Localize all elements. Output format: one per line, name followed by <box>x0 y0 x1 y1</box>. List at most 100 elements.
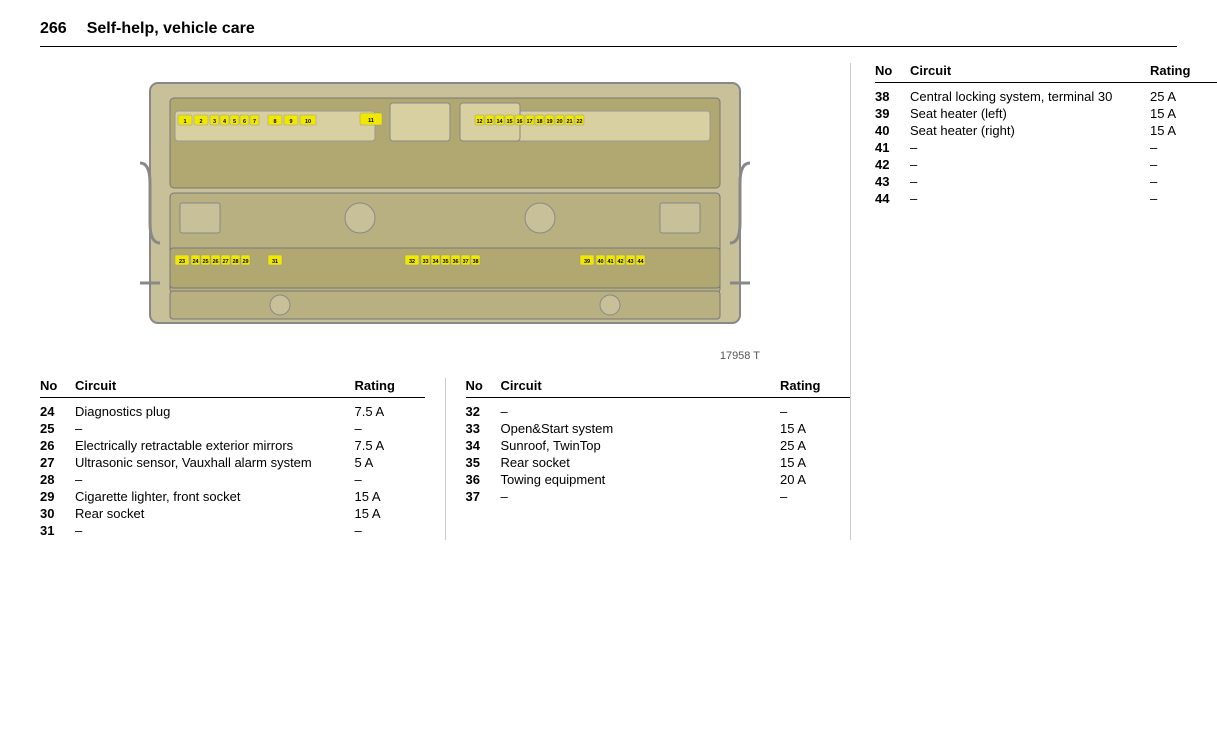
right-table-row: 44 – – <box>875 191 1217 206</box>
svg-text:9: 9 <box>289 119 292 125</box>
right-table-header: No Circuit Rating <box>875 63 1217 83</box>
table-row: 30 Rear socket 15 A <box>40 506 425 521</box>
right-table-row: 43 – – <box>875 174 1217 189</box>
svg-text:25: 25 <box>202 259 208 265</box>
col-rating-label-r: Rating <box>1150 63 1217 78</box>
right-table-row: 41 – – <box>875 140 1217 155</box>
row-rating: 15 A <box>355 489 425 504</box>
table-row: 27 Ultrasonic sensor, Vauxhall alarm sys… <box>40 455 425 470</box>
col-no-label-2: No <box>466 378 501 393</box>
row-no: 31 <box>40 523 75 538</box>
image-caption: 17958 T <box>120 350 770 362</box>
row-circuit: Rear socket <box>75 506 355 521</box>
svg-text:5: 5 <box>233 119 236 125</box>
row-circuit-r: – <box>910 140 1150 155</box>
left-section: 1 2 3 4 5 6 7 8 9 <box>40 63 850 540</box>
row-no: 25 <box>40 421 75 436</box>
row-no: 27 <box>40 455 75 470</box>
row-no: 30 <box>40 506 75 521</box>
row-rating: – <box>780 404 850 419</box>
row-no: 37 <box>466 489 501 504</box>
fuse-table-2: No Circuit Rating 32 – – 33 Open&Start s… <box>445 378 851 540</box>
row-circuit: Rear socket <box>501 455 781 470</box>
right-table-row: 38 Central locking system, terminal 30 2… <box>875 89 1217 104</box>
row-circuit: Ultrasonic sensor, Vauxhall alarm system <box>75 455 355 470</box>
col-circuit-label-2: Circuit <box>501 378 781 393</box>
row-circuit: Open&Start system <box>501 421 781 436</box>
row-rating: 7.5 A <box>355 438 425 453</box>
svg-text:35: 35 <box>442 259 448 265</box>
svg-text:23: 23 <box>179 259 185 265</box>
table-row: 36 Towing equipment 20 A <box>466 472 851 487</box>
row-rating: 15 A <box>780 421 850 436</box>
table-row: 25 – – <box>40 421 425 436</box>
table-row: 29 Cigarette lighter, front socket 15 A <box>40 489 425 504</box>
table-row: 26 Electrically retractable exterior mir… <box>40 438 425 453</box>
row-rating-r: – <box>1150 157 1217 172</box>
col-circuit-label-1: Circuit <box>75 378 355 393</box>
table-row: 37 – – <box>466 489 851 504</box>
svg-text:6: 6 <box>243 119 246 125</box>
svg-text:17: 17 <box>526 119 532 125</box>
row-rating: 15 A <box>780 455 850 470</box>
row-rating: – <box>355 523 425 538</box>
row-circuit-r: – <box>910 174 1150 189</box>
row-no-r: 40 <box>875 123 910 138</box>
svg-text:13: 13 <box>486 119 492 125</box>
svg-text:18: 18 <box>536 119 542 125</box>
row-rating-r: – <box>1150 174 1217 189</box>
svg-text:36: 36 <box>452 259 458 265</box>
fuse-box-diagram: 1 2 3 4 5 6 7 8 9 <box>120 63 770 343</box>
row-no: 32 <box>466 404 501 419</box>
row-no-r: 41 <box>875 140 910 155</box>
svg-text:39: 39 <box>584 259 590 265</box>
row-rating-r: – <box>1150 140 1217 155</box>
page-number: 266 <box>40 20 67 38</box>
row-no-r: 44 <box>875 191 910 206</box>
page-container: 266 Self-help, vehicle care <box>0 0 1217 560</box>
row-circuit: – <box>501 404 781 419</box>
table-header-2: No Circuit Rating <box>466 378 851 398</box>
row-no: 35 <box>466 455 501 470</box>
svg-text:33: 33 <box>422 259 428 265</box>
svg-text:29: 29 <box>242 259 248 265</box>
col-circuit-label-r: Circuit <box>910 63 1150 78</box>
row-no: 26 <box>40 438 75 453</box>
page-title: Self-help, vehicle care <box>87 20 255 38</box>
svg-text:16: 16 <box>516 119 522 125</box>
row-circuit: – <box>75 523 355 538</box>
svg-text:41: 41 <box>607 259 613 265</box>
row-circuit: Cigarette lighter, front socket <box>75 489 355 504</box>
svg-text:31: 31 <box>272 259 278 265</box>
row-no: 24 <box>40 404 75 419</box>
row-rating-r: – <box>1150 191 1217 206</box>
col-no-label-1: No <box>40 378 75 393</box>
row-rating: – <box>355 421 425 436</box>
row-circuit: Electrically retractable exterior mirror… <box>75 438 355 453</box>
row-no: 33 <box>466 421 501 436</box>
svg-text:27: 27 <box>222 259 228 265</box>
main-content: 1 2 3 4 5 6 7 8 9 <box>40 63 1177 540</box>
table-row: 24 Diagnostics plug 7.5 A <box>40 404 425 419</box>
col-no-label-r: No <box>875 63 910 78</box>
svg-text:10: 10 <box>305 119 311 125</box>
row-circuit-r: – <box>910 157 1150 172</box>
svg-text:40: 40 <box>597 259 603 265</box>
svg-text:21: 21 <box>566 119 572 125</box>
row-rating-r: 25 A <box>1150 89 1217 104</box>
svg-text:24: 24 <box>192 259 199 265</box>
row-rating: 25 A <box>780 438 850 453</box>
svg-text:44: 44 <box>637 259 644 265</box>
row-no: 34 <box>466 438 501 453</box>
svg-text:12: 12 <box>476 119 482 125</box>
svg-text:22: 22 <box>576 119 582 125</box>
fuse-table-1: No Circuit Rating 24 Diagnostics plug 7.… <box>40 378 445 540</box>
row-circuit: Sunroof, TwinTop <box>501 438 781 453</box>
page-header: 266 Self-help, vehicle care <box>40 20 1177 47</box>
row-rating: 5 A <box>355 455 425 470</box>
svg-text:37: 37 <box>462 259 468 265</box>
svg-text:28: 28 <box>232 259 238 265</box>
col-rating-label-2: Rating <box>780 378 850 393</box>
row-rating: 7.5 A <box>355 404 425 419</box>
table-row: 34 Sunroof, TwinTop 25 A <box>466 438 851 453</box>
